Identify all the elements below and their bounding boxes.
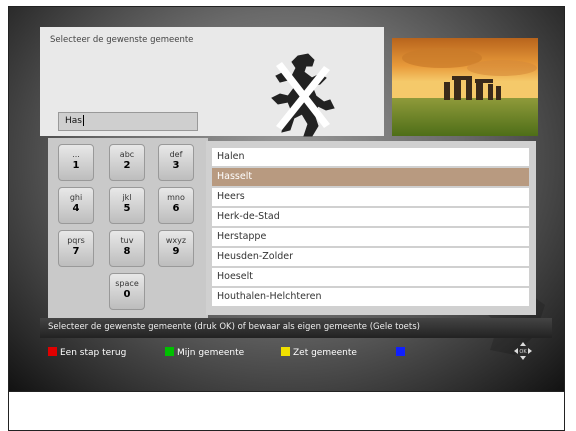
key-0[interactable]: space 0 — [109, 273, 145, 310]
key-4[interactable]: ghi 4 — [58, 187, 94, 224]
key-1[interactable]: ... 1 — [58, 144, 94, 181]
list-item[interactable]: Herstappe — [212, 228, 529, 246]
key-5[interactable]: jkl 5 — [109, 187, 145, 224]
list-item[interactable]: Heers — [212, 188, 529, 206]
key-6[interactable]: mno 6 — [158, 187, 194, 224]
key-9[interactable]: wxyz 9 — [158, 230, 194, 267]
list-item[interactable]: Hoeselt — [212, 268, 529, 286]
yellow-key-icon — [281, 347, 290, 356]
list-item[interactable]: Halen — [212, 148, 529, 166]
list-item[interactable]: Herk-de-Stad — [212, 208, 529, 226]
key-2[interactable]: abc 2 — [109, 144, 145, 181]
list-item[interactable]: Heusden-Zolder — [212, 248, 529, 266]
legend-blue[interactable] — [396, 347, 408, 359]
status-text: Selecteer de gewenste gemeente (druk OK)… — [48, 322, 420, 332]
list-item[interactable]: Houthalen-Helchteren — [212, 288, 529, 306]
search-input-value: Has — [65, 116, 82, 126]
search-input[interactable]: Has — [58, 112, 198, 131]
legend-red[interactable]: Een stap terug — [48, 347, 126, 359]
green-key-icon — [165, 347, 174, 356]
blue-key-icon — [396, 347, 405, 356]
legend-yellow[interactable]: Zet gemeente — [281, 347, 357, 359]
bottom-blank-area — [8, 392, 565, 431]
key-3[interactable]: def 3 — [158, 144, 194, 181]
red-key-icon — [48, 347, 57, 356]
list-item[interactable]: Hasselt — [212, 168, 529, 186]
legend-green[interactable]: Mijn gemeente — [165, 347, 244, 359]
flemish-lion-crest-icon — [271, 53, 335, 137]
key-8[interactable]: tuv 8 — [109, 230, 145, 267]
arrows-nav-icon: OK — [514, 342, 532, 360]
prompt-label: Selecteer de gewenste gemeente — [50, 35, 194, 45]
svg-text:OK: OK — [519, 349, 527, 355]
key-7[interactable]: pqrs 7 — [58, 230, 94, 267]
text-cursor — [82, 115, 84, 126]
stonehenge-photo — [392, 38, 538, 136]
